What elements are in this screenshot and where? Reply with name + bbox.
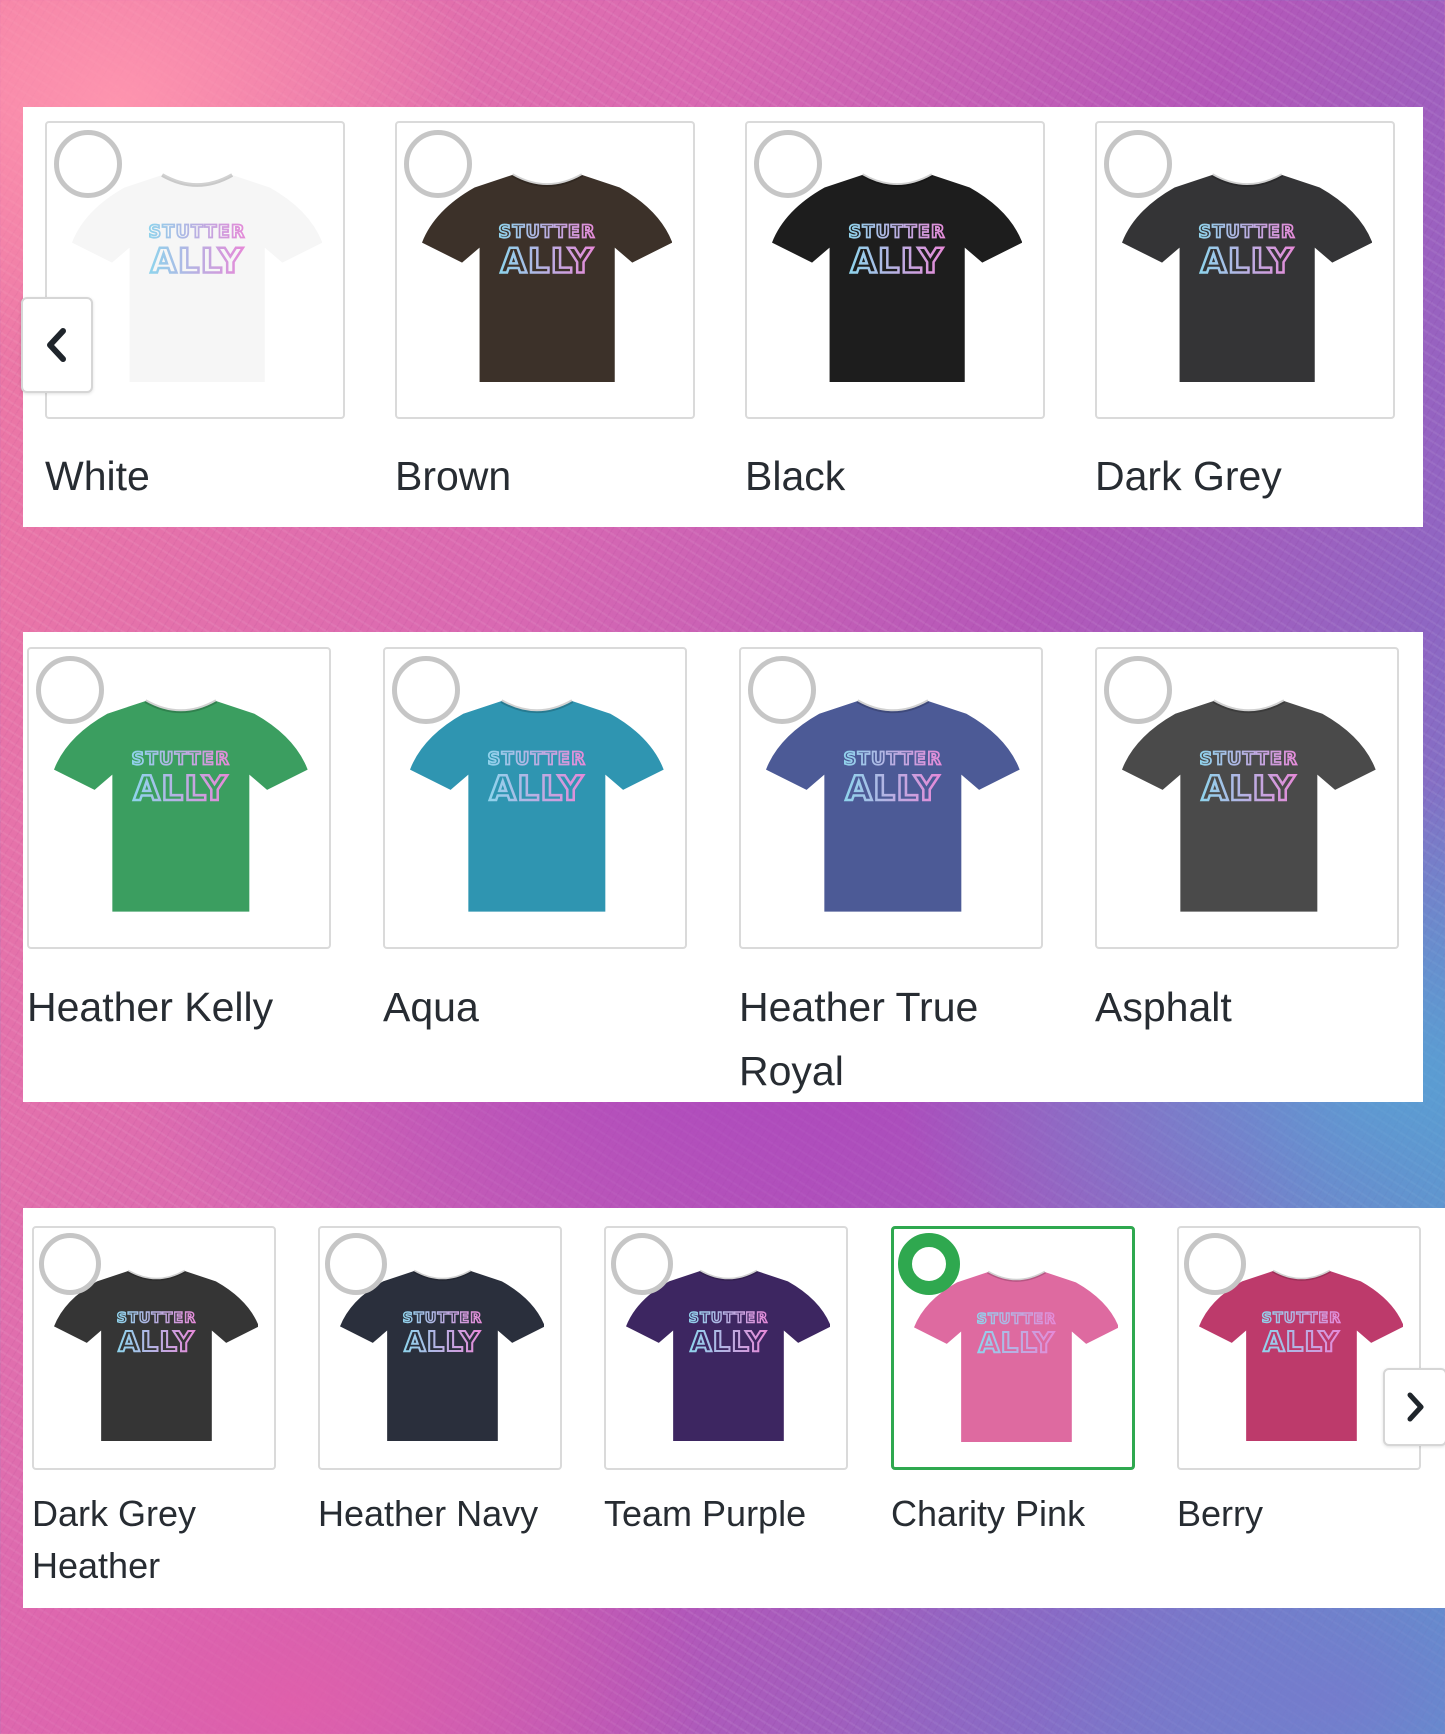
print-stutter-text: STUTTER [848, 222, 945, 242]
print-ally-text: ALLY [490, 769, 585, 809]
swatch-label: Team Purple [604, 1493, 807, 1534]
tshirt-image: STUTTERALLY [410, 699, 664, 912]
print-stutter-text: STUTTER [844, 750, 943, 770]
print-ally-text: ALLY [1202, 769, 1297, 809]
tshirt-image: STUTTERALLY [771, 172, 1023, 383]
print-stutter-text: STUTTER [116, 1310, 196, 1326]
tshirt-image: STUTTERALLY [625, 1269, 831, 1442]
print-stutter-text: STUTTER [688, 1310, 768, 1326]
radio-button[interactable] [54, 130, 122, 198]
swatch-label: Aqua [383, 984, 479, 1030]
radio-button[interactable] [611, 1233, 673, 1295]
swatch-label: Asphalt [1095, 984, 1232, 1030]
tshirt-image: STUTTERALLY [54, 699, 308, 912]
tshirt-image: STUTTERALLY [1121, 172, 1373, 383]
print-ally-text: ALLY [134, 769, 229, 809]
swatch-label: Black [745, 453, 846, 499]
print-stutter-text: STUTTER [402, 1310, 482, 1326]
print-stutter-text: STUTTER [488, 750, 587, 770]
swatch-label: Heather True Royal [739, 984, 979, 1094]
carousel-prev-button[interactable] [21, 297, 93, 393]
print-ally-text: ALLY [150, 241, 243, 280]
print-stutter-text: STUTTER [976, 1311, 1056, 1327]
tshirt-image: STUTTERALLY [913, 1270, 1119, 1443]
tshirt-image: STUTTERALLY [1198, 1269, 1404, 1442]
radio-button[interactable] [36, 656, 104, 724]
print-stutter-text: STUTTER [1261, 1310, 1341, 1326]
print-stutter-text: STUTTER [1200, 750, 1299, 770]
tshirt-image: STUTTERALLY [766, 699, 1020, 912]
radio-button[interactable] [1184, 1233, 1246, 1295]
tshirt-image: STUTTERALLY [421, 172, 673, 383]
radio-button-selected[interactable] [898, 1233, 960, 1295]
swatch-label: Charity Pink [891, 1493, 1086, 1534]
radio-button[interactable] [325, 1233, 387, 1295]
tshirt-image: STUTTERALLY [53, 1269, 259, 1442]
color-row-2: STUTTER ALLY Heather Kelly STUTTER ALLY Aq… [23, 632, 1423, 1102]
radio-button[interactable] [404, 130, 472, 198]
swatch-label: Berry [1177, 1493, 1264, 1534]
print-ally-text: ALLY [118, 1325, 194, 1358]
swatch-label: Dark Grey [1095, 453, 1282, 499]
print-stutter-text: STUTTER [132, 750, 231, 770]
print-ally-text: ALLY [690, 1325, 766, 1358]
print-stutter-text: STUTTER [1198, 222, 1295, 242]
carousel-next-button[interactable] [1383, 1368, 1445, 1446]
tshirt-image: STUTTERALLY [1122, 699, 1376, 912]
radio-button[interactable] [392, 656, 460, 724]
swatch-label: Brown [395, 453, 512, 499]
chevron-left-icon [47, 328, 66, 362]
swatch-label: Heather Navy [318, 1493, 539, 1534]
print-ally-text: ALLY [1263, 1325, 1339, 1358]
print-stutter-text: STUTTER [498, 222, 595, 242]
radio-button[interactable] [39, 1233, 101, 1295]
print-ally-text: ALLY [850, 241, 943, 280]
swatch-label: White [45, 453, 150, 499]
tshirt-image: STUTTERALLY [71, 172, 323, 383]
print-ally-text: ALLY [1200, 241, 1293, 280]
print-ally-text: ALLY [500, 241, 593, 280]
print-ally-text: ALLY [846, 769, 941, 809]
radio-button[interactable] [754, 130, 822, 198]
radio-button[interactable] [748, 656, 816, 724]
color-row-1: STUTTER ALLY White STUTTER ALLY Brown STUT… [21, 107, 1423, 527]
radio-button[interactable] [1104, 130, 1172, 198]
swatch-label: Dark Grey Heather [32, 1493, 197, 1586]
radio-button[interactable] [1104, 656, 1172, 724]
print-ally-text: ALLY [978, 1326, 1054, 1359]
print-stutter-text: STUTTER [148, 222, 245, 242]
tshirt-image: STUTTERALLY [339, 1269, 545, 1442]
color-row-3: STUTTER ALLY Dark Grey Heather STUTTER ALL… [23, 1208, 1445, 1608]
swatch-label: Heather Kelly [27, 984, 274, 1030]
print-ally-text: ALLY [404, 1325, 480, 1358]
chevron-right-icon [1407, 1392, 1424, 1422]
